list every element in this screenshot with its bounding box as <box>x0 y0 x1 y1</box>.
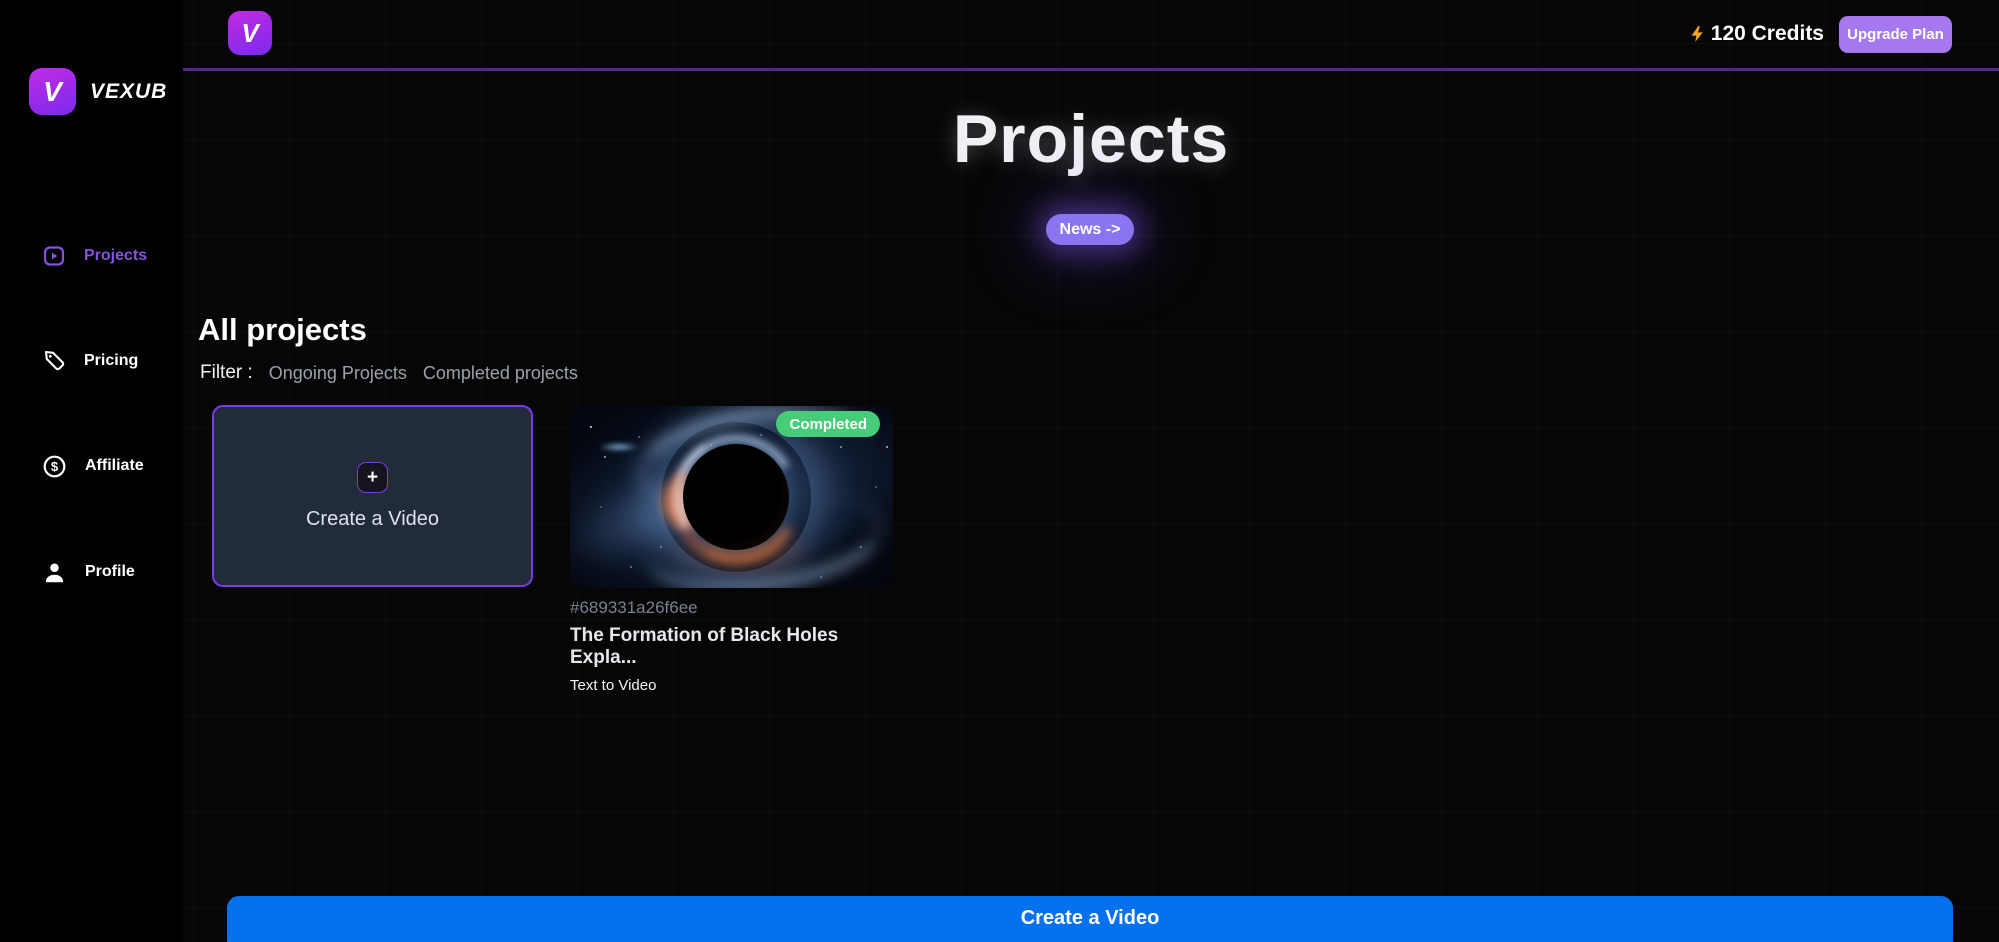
sidebar-item-label: Projects <box>84 247 147 265</box>
filter-completed-projects[interactable]: Completed projects <box>423 363 578 384</box>
sidebar-item-label: Pricing <box>84 352 138 370</box>
project-card[interactable]: Completed #689331a26f6ee The Formation o… <box>570 406 893 694</box>
filter-row: Filter : Ongoing Projects Completed proj… <box>200 362 578 384</box>
create-video-bottom-button[interactable]: Create a Video <box>227 896 1953 942</box>
sidebar-item-label: Profile <box>85 563 135 581</box>
page-title: Projects <box>183 100 1999 178</box>
brand-name: VEXUB <box>90 80 167 104</box>
svg-text:$: $ <box>51 459 59 474</box>
project-thumbnail[interactable]: Completed <box>570 406 893 588</box>
credits-label: 120 Credits <box>1711 22 1824 46</box>
brand-logo-letter: V <box>43 76 62 108</box>
project-title: The Formation of Black Holes Expla... <box>570 625 893 669</box>
create-card-label: Create a Video <box>306 508 439 531</box>
project-id: #689331a26f6ee <box>570 598 893 618</box>
plus-icon[interactable]: + <box>357 462 388 493</box>
project-type: Text to Video <box>570 677 893 694</box>
topbar-divider <box>183 68 1999 71</box>
starfield <box>590 426 592 428</box>
sidebar-item-pricing[interactable]: Pricing <box>42 345 138 377</box>
section-title: All projects <box>198 312 367 348</box>
brand-logo: V <box>29 68 76 115</box>
sidebar: V VEXUB Projects Pricing $ Affiliate <box>0 0 183 942</box>
dollar-circle-icon: $ <box>42 454 67 479</box>
sidebar-item-profile[interactable]: Profile <box>42 556 135 588</box>
filter-ongoing-projects[interactable]: Ongoing Projects <box>269 363 407 384</box>
create-video-card[interactable]: + Create a Video <box>212 405 533 587</box>
credits-display: 120 Credits <box>1688 22 1824 46</box>
blackhole-core <box>683 444 789 550</box>
topbar-logo-letter: V <box>241 18 258 49</box>
price-tag-icon <box>42 349 66 373</box>
lightning-icon <box>1688 23 1707 45</box>
sidebar-item-affiliate[interactable]: $ Affiliate <box>42 450 144 482</box>
sidebar-brand[interactable]: V VEXUB <box>29 68 167 115</box>
topbar-logo[interactable]: V <box>228 11 272 55</box>
filter-label: Filter : <box>200 362 253 384</box>
upgrade-plan-button[interactable]: Upgrade Plan <box>1839 16 1952 53</box>
status-badge: Completed <box>776 411 880 437</box>
sidebar-item-projects[interactable]: Projects <box>42 240 147 272</box>
topbar-right: 120 Credits Upgrade Plan <box>1688 8 1952 60</box>
news-button[interactable]: News -> <box>1046 214 1134 245</box>
sidebar-item-label: Affiliate <box>85 457 144 475</box>
app-window: V 120 Credits Upgrade Plan V VEXUB Proje… <box>0 0 1999 942</box>
play-square-icon <box>42 244 66 268</box>
person-icon <box>42 560 67 585</box>
